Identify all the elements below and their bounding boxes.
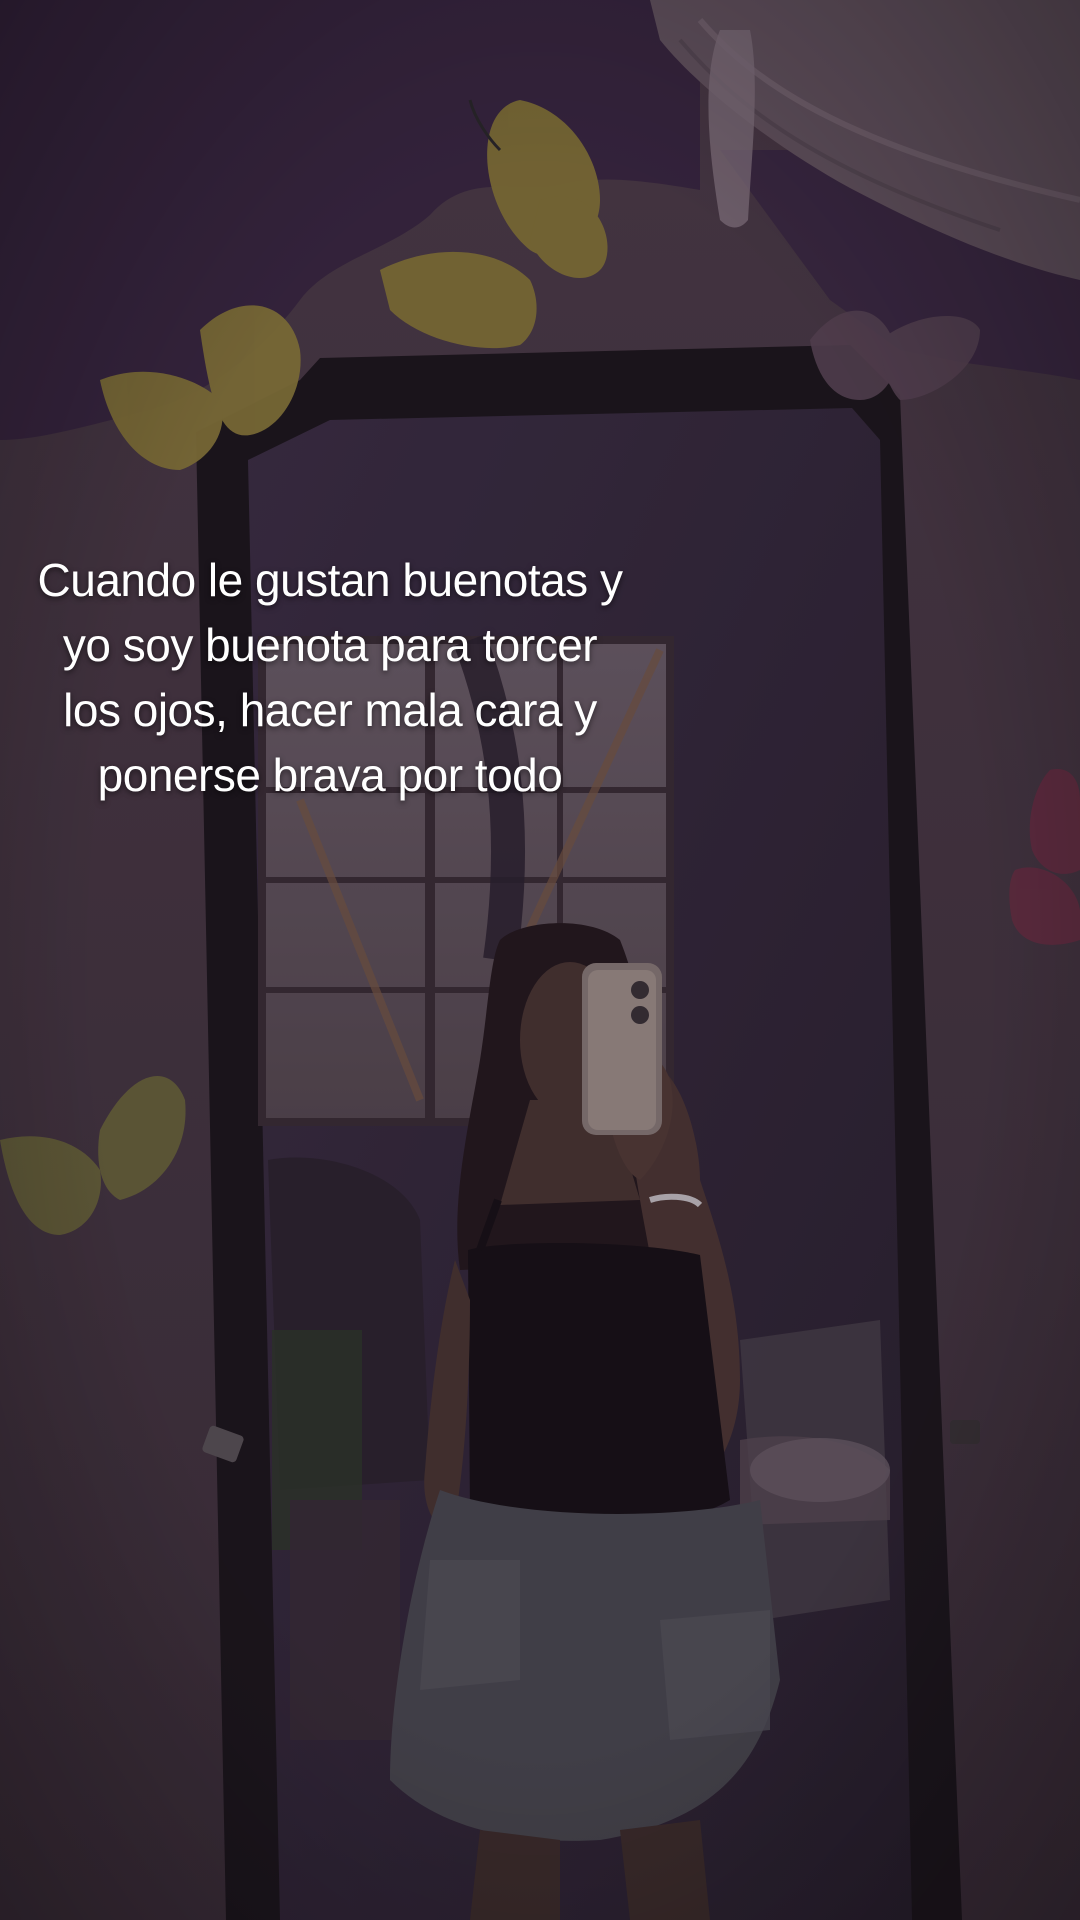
scene-background (0, 0, 1080, 1920)
caption-line: Cuando le gustan buenotas y (37, 554, 623, 606)
mirror-selfie-scene: Cuando le gustan buenotas y yo soy bueno… (0, 0, 1080, 1920)
overlay-caption: Cuando le gustan buenotas y yo soy bueno… (0, 548, 660, 808)
caption-line: los ojos, hacer mala cara y (63, 684, 597, 736)
caption-line: ponerse brava por todo (97, 749, 563, 801)
caption-line: yo soy buenota para torcer (62, 619, 598, 671)
